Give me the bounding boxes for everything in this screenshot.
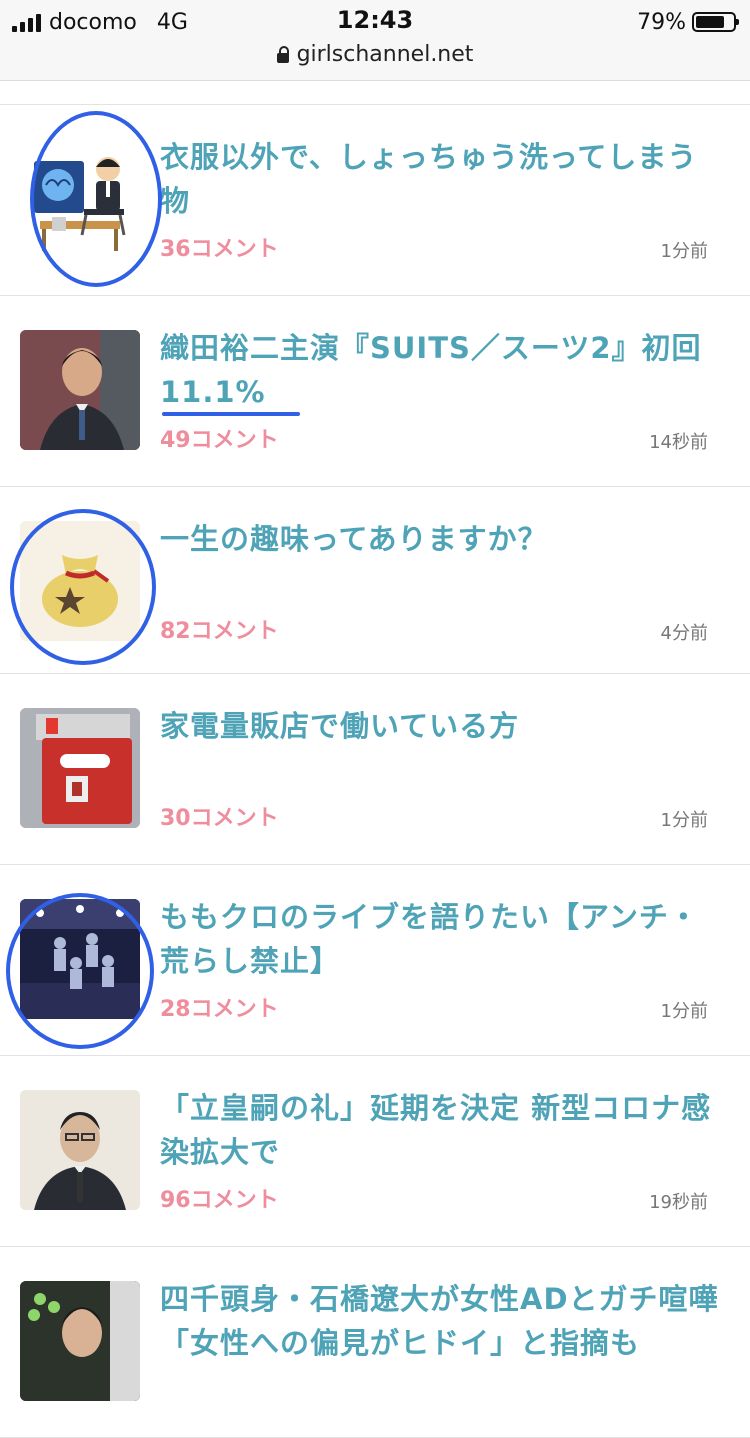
topic-title[interactable]: 「立皇嗣の礼」延期を決定 新型コロナ感染拡大で xyxy=(160,1086,720,1174)
live-stage-photo xyxy=(20,899,140,1019)
comment-count: 49コメント xyxy=(160,428,279,453)
office-worker-illustration-icon xyxy=(20,139,140,259)
topic-title[interactable]: 衣服以外で、しょっちゅう洗ってしまう物 xyxy=(160,135,720,223)
post-time: 4分前 xyxy=(660,623,708,644)
nintendo-switch-box-photo xyxy=(20,708,140,828)
money-bag-icon xyxy=(20,521,140,641)
address-bar[interactable]: girlschannel.net xyxy=(0,42,750,67)
topic-item[interactable]: 家電量販店で働いている方 30コメント 1分前 xyxy=(0,674,750,865)
comment-count: 82コメント xyxy=(160,619,279,644)
topic-item[interactable]: ももクロのライブを語りたい【アンチ・荒らし禁止】 28コメント 1分前 xyxy=(0,865,750,1056)
topic-item[interactable]: 四千頭身・石橋遼大が女性ADとガチ喧嘩 「女性への偏見がヒドイ」と指摘も xyxy=(0,1247,750,1438)
topic-title[interactable]: 織田裕二主演『SUITS／スーツ2』初回11.1% xyxy=(160,326,720,414)
site-url: girlschannel.net xyxy=(296,42,474,67)
post-time: 1分前 xyxy=(660,810,708,831)
post-time: 1分前 xyxy=(660,1001,708,1022)
topic-item[interactable]: 織田裕二主演『SUITS／スーツ2』初回11.1% 49コメント 14秒前 xyxy=(0,296,750,487)
man-portrait-photo xyxy=(20,1281,140,1401)
topic-list: 衣服以外で、しょっちゅう洗ってしまう物 36コメント 1分前 織田裕二主演『SU… xyxy=(0,104,750,1438)
annotation-underline xyxy=(162,412,300,416)
battery-percent: 79% xyxy=(637,9,686,35)
battery-icon xyxy=(692,12,739,32)
comment-count: 36コメント xyxy=(160,237,279,262)
topic-item[interactable]: 衣服以外で、しょっちゅう洗ってしまう物 36コメント 1分前 xyxy=(0,105,750,296)
battery-status: 79% xyxy=(637,8,739,36)
actor-photo xyxy=(20,330,140,450)
post-time: 14秒前 xyxy=(649,432,708,453)
topic-title[interactable]: ももクロのライブを語りたい【アンチ・荒らし禁止】 xyxy=(160,895,720,983)
topic-title[interactable]: 一生の趣味ってありますか？ xyxy=(160,517,720,561)
lock-icon xyxy=(276,45,289,63)
topic-title[interactable]: 家電量販店で働いている方 xyxy=(160,704,720,748)
status-bar: docomo 4G 12:43 79% girlschannel.net xyxy=(0,0,750,81)
post-time: 19秒前 xyxy=(649,1192,708,1213)
comment-count: 30コメント xyxy=(160,806,279,831)
man-portrait-photo xyxy=(20,1090,140,1210)
comment-count: 28コメント xyxy=(160,997,279,1022)
topic-item[interactable]: 一生の趣味ってありますか？ 82コメント 4分前 xyxy=(0,487,750,674)
topic-title[interactable]: 四千頭身・石橋遼大が女性ADとガチ喧嘩 「女性への偏見がヒドイ」と指摘も xyxy=(160,1277,748,1365)
comment-count: 96コメント xyxy=(160,1188,279,1213)
topic-item[interactable]: 「立皇嗣の礼」延期を決定 新型コロナ感染拡大で 96コメント 19秒前 xyxy=(0,1056,750,1247)
post-time: 1分前 xyxy=(660,241,708,262)
